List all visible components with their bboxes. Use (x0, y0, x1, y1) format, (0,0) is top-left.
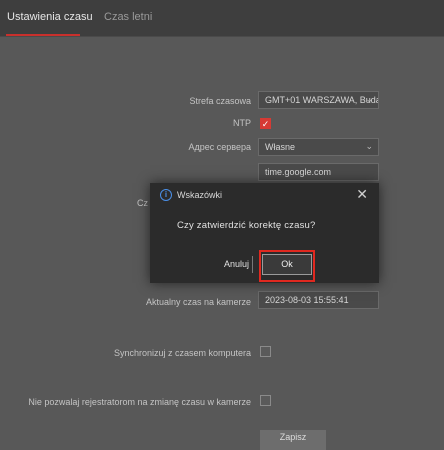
dialog-title: Wskazówki (177, 190, 223, 200)
dialog-message: Czy zatwierdzić korektę czasu? (177, 220, 316, 231)
chevron-down-icon: ⌄ (365, 141, 373, 151)
confirm-dialog: i Wskazówki ✕ Czy zatwierdzić korektę cz… (150, 183, 379, 283)
dialog-header: i Wskazówki ✕ (150, 183, 379, 207)
timezone-select[interactable]: GMT+01 WARSZAWA, Buda ⌄ (258, 91, 379, 109)
camera-time-field: 2023-08-03 15:55:41 (258, 291, 379, 309)
server-address-value: Własne (265, 142, 296, 152)
cancel-button[interactable]: Anuluj (224, 259, 249, 269)
block-nvr-checkbox[interactable] (260, 395, 271, 406)
tab-daylight-saving[interactable]: Czas letni (104, 11, 152, 23)
button-divider (252, 256, 253, 273)
ntp-server-input[interactable]: time.google.com (258, 163, 379, 181)
camera-time-label: Aktualny czas na kamerze (145, 297, 251, 307)
tab-time-settings[interactable]: Ustawienia czasu (7, 11, 93, 23)
highlight-box (259, 250, 315, 282)
ntp-server-value: time.google.com (265, 167, 332, 177)
occluded-label: Cz (137, 198, 148, 208)
server-address-label: Адрес сервера (188, 142, 251, 152)
timezone-value: GMT+01 WARSZAWA, Buda (265, 95, 379, 105)
ntp-label: NTP (233, 118, 251, 128)
active-tab-indicator (6, 34, 80, 36)
camera-time-value: 2023-08-03 15:55:41 (265, 295, 349, 305)
timezone-label: Strefa czasowa (189, 96, 251, 106)
block-nvr-label: Nie pozwalaj rejestratorom na zmianę cza… (28, 397, 251, 407)
sync-pc-label: Synchronizuj z czasem komputera (113, 348, 251, 358)
tab-bar: Ustawienia czasu Czas letni (0, 0, 444, 37)
ntp-checkbox[interactable]: ✓ (260, 118, 271, 129)
chevron-down-icon: ⌄ (365, 94, 373, 104)
info-icon: i (160, 189, 172, 201)
save-button[interactable]: Zapisz (260, 430, 326, 450)
checkmark-icon: ✓ (261, 119, 270, 129)
server-address-select[interactable]: Własne ⌄ (258, 138, 379, 156)
sync-pc-checkbox[interactable] (260, 346, 271, 357)
close-icon[interactable]: ✕ (356, 186, 368, 203)
